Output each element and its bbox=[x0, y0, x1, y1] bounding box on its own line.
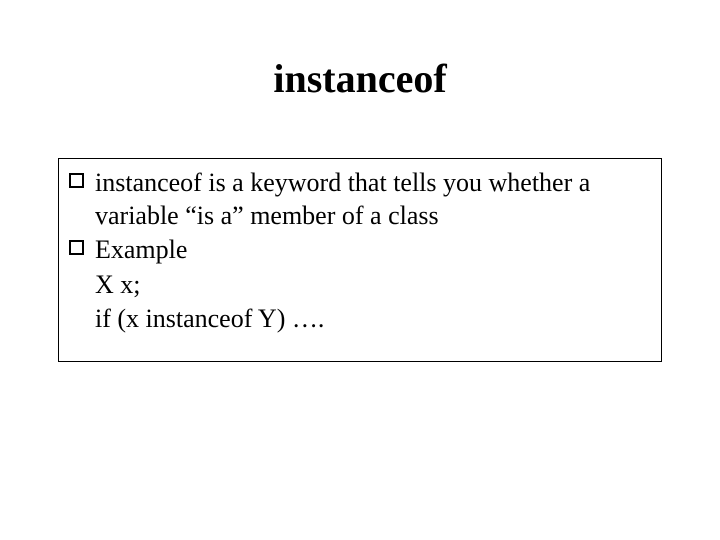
bullet-item: instanceof is a keyword that tells you w… bbox=[69, 167, 651, 232]
code-line: X x; bbox=[69, 269, 651, 302]
content-box: instanceof is a keyword that tells you w… bbox=[58, 158, 662, 362]
bullet-item: Example bbox=[69, 234, 651, 267]
slide: instanceof instanceof is a keyword that … bbox=[0, 0, 720, 540]
bullet-text: instanceof is a keyword that tells you w… bbox=[95, 167, 651, 232]
code-line: if (x instanceof Y) …. bbox=[69, 303, 651, 336]
bullet-square-icon bbox=[69, 234, 95, 255]
bullet-square-icon bbox=[69, 167, 95, 188]
bullet-text: Example bbox=[95, 234, 651, 267]
slide-title: instanceof bbox=[0, 55, 720, 102]
